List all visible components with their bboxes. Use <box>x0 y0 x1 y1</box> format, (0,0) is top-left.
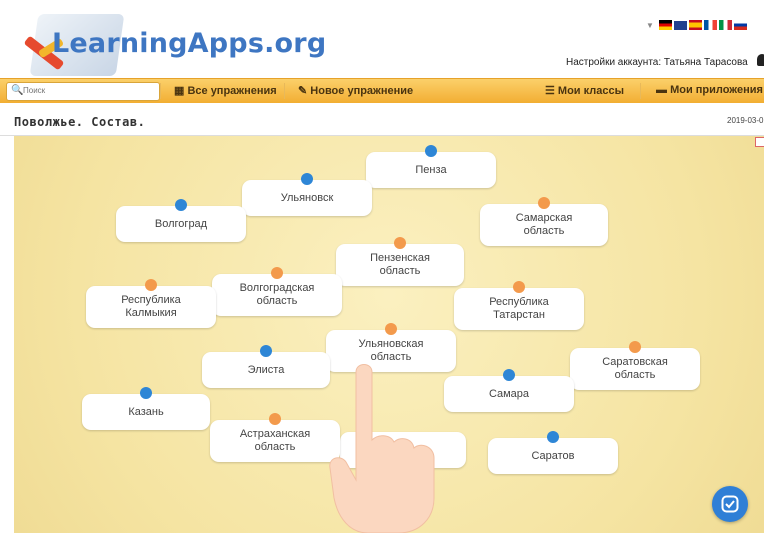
header: LearningApps.org ▼ Настройки аккаунта: Т… <box>0 0 764 78</box>
card-label: Элиста <box>247 363 285 376</box>
card-kazan[interactable]: Казань <box>82 387 210 430</box>
my-classes-label: Мои классы <box>557 85 624 97</box>
card-label: Саратовская область <box>602 356 668 381</box>
search-icon: 🔍 <box>11 85 24 96</box>
list-icon: ☰ <box>545 85 558 97</box>
card-label: Самара <box>488 387 530 400</box>
my-apps-label: Мои приложения <box>670 84 763 96</box>
orange-dot <box>538 197 550 209</box>
card-kalmykia[interactable]: Республика Калмыкия <box>86 279 216 328</box>
card-label: Самарская область <box>515 212 573 237</box>
my-classes-link[interactable]: ☰ Мои классы <box>545 84 624 97</box>
new-exercise-link[interactable]: ✎ Новое упражнение <box>298 84 413 97</box>
card-saratov[interactable]: Саратов <box>488 431 618 474</box>
pencil-icon: ✎ <box>298 85 311 97</box>
blue-dot <box>503 369 515 381</box>
card-astrakhan-region[interactable]: Астраханская область <box>210 413 340 462</box>
grid-icon: ▦ <box>174 85 188 97</box>
blue-dot <box>547 431 559 443</box>
blue-dot <box>260 345 272 357</box>
card-volgograd[interactable]: Волгоград <box>116 199 246 242</box>
search-input[interactable] <box>23 84 153 97</box>
card-ulyanovsk[interactable]: Ульяновск <box>242 173 372 216</box>
orange-dot <box>385 323 397 335</box>
pointer-hand-icon <box>329 364 435 533</box>
card-label: Казань <box>128 405 164 418</box>
orange-dot <box>271 267 283 279</box>
check-icon <box>721 495 739 513</box>
card-label: Волгоград <box>154 217 208 230</box>
all-exercises-link[interactable]: ▦ Все упражнения <box>174 84 277 97</box>
card-volgograd-region[interactable]: Волгоградская область <box>212 267 342 316</box>
card-penza[interactable]: Пенза <box>366 145 496 188</box>
language-flags: ▼ <box>646 20 747 30</box>
all-exercises-label: Все упражнения <box>187 85 277 97</box>
site-logo[interactable]: LearningApps.org <box>52 28 326 59</box>
card-label: Республика Калмыкия <box>121 294 181 319</box>
fullscreen-icon[interactable] <box>755 137 764 147</box>
page-title: Поволжье. Состав. <box>14 115 146 129</box>
spanish-flag-icon[interactable] <box>688 20 702 30</box>
nav-divider <box>284 83 285 99</box>
card-label: Пенза <box>415 163 447 176</box>
blue-dot <box>175 199 187 211</box>
nav-divider <box>640 83 641 99</box>
card-label: Саратов <box>531 449 575 462</box>
blue-dot <box>301 173 313 185</box>
orange-dot <box>145 279 157 291</box>
russian-flag-icon[interactable] <box>733 20 747 30</box>
my-apps-link[interactable]: ▬ Мои приложения <box>656 84 763 96</box>
navbar: 🔍 ▦ Все упражнения ✎ Новое упражнение ☰ … <box>0 78 764 104</box>
card-label: Ульяновск <box>280 191 334 204</box>
date-label: 2019-03-0 <box>727 116 764 125</box>
page-header: Поволжье. Состав. 2019-03-0 <box>0 103 764 136</box>
nav-divider <box>160 83 161 99</box>
french-flag-icon[interactable] <box>703 20 717 30</box>
card-label: Республика Татарстан <box>489 296 549 321</box>
new-exercise-label: Новое упражнение <box>310 85 414 97</box>
orange-dot <box>629 341 641 353</box>
card-penza-region[interactable]: Пензенская область <box>336 237 464 286</box>
check-button[interactable] <box>712 486 748 522</box>
person-icon[interactable] <box>757 54 764 66</box>
italian-flag-icon[interactable] <box>718 20 732 30</box>
account-settings-link[interactable]: Настройки аккаунта: Татьяна Тарасова <box>566 57 748 68</box>
dropdown-arrow-icon[interactable]: ▼ <box>646 21 654 30</box>
orange-dot <box>513 281 525 293</box>
orange-dot <box>269 413 281 425</box>
uk-flag-icon[interactable] <box>673 20 687 30</box>
folder-icon: ▬ <box>656 84 671 96</box>
search-box[interactable]: 🔍 <box>6 82 160 101</box>
orange-dot <box>394 237 406 249</box>
blue-dot <box>140 387 152 399</box>
german-flag-icon[interactable] <box>658 20 672 30</box>
card-label: Пензенская область <box>370 252 430 277</box>
card-samara[interactable]: Самара <box>444 369 574 412</box>
blue-dot <box>425 145 437 157</box>
card-label: Астраханская область <box>239 428 311 453</box>
card-label: Волгоградская область <box>239 282 315 307</box>
card-saratov-region[interactable]: Саратовская область <box>570 341 700 390</box>
card-elista[interactable]: Элиста <box>202 345 330 388</box>
card-samara-region[interactable]: Самарская область <box>480 197 608 246</box>
card-tatarstan[interactable]: Республика Татарстан <box>454 281 584 330</box>
